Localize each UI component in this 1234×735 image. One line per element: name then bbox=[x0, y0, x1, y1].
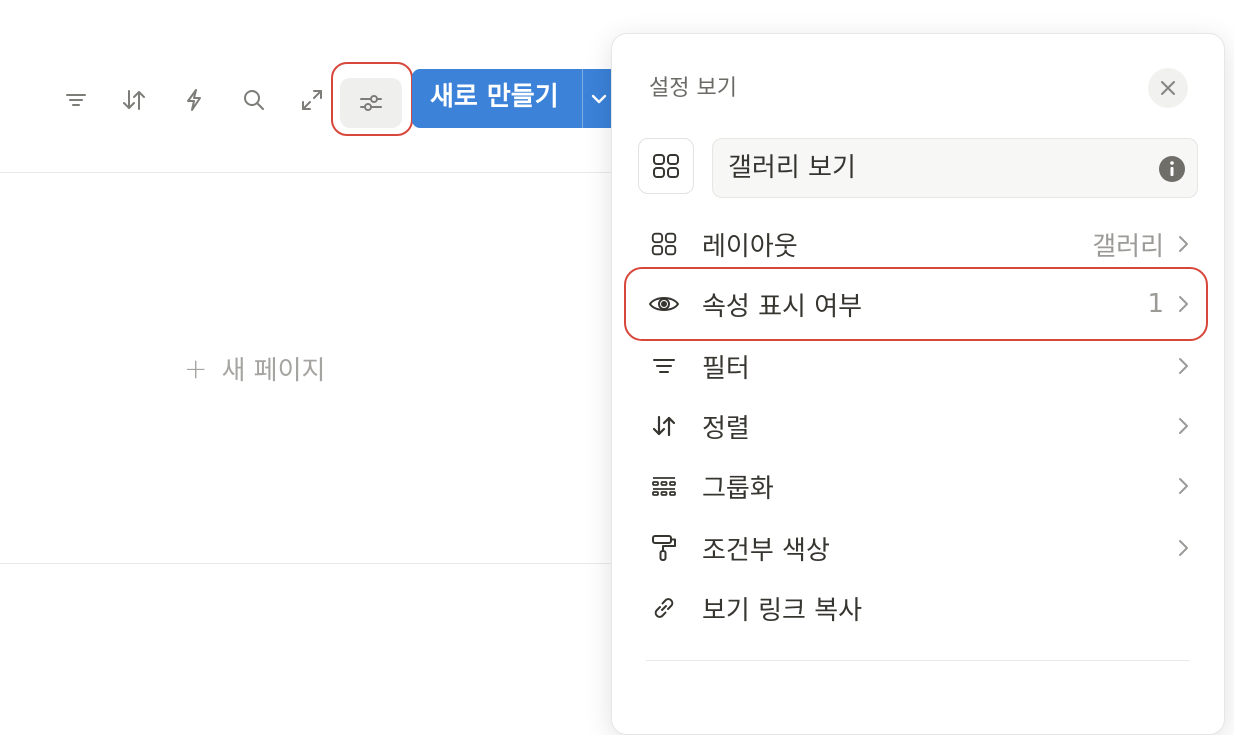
chevron-right-icon bbox=[1174, 537, 1192, 559]
new-page-label: 새 페이지 bbox=[221, 356, 326, 386]
new-button-label: 새로 만들기 bbox=[430, 82, 559, 112]
menu-item-label: 레이아웃 bbox=[702, 231, 798, 262]
menu-item-group[interactable]: 그룹화 bbox=[636, 458, 1200, 514]
new-button[interactable]: 새로 만들기 bbox=[412, 69, 632, 128]
plus-icon: + bbox=[184, 352, 208, 385]
link-icon bbox=[644, 588, 684, 628]
close-icon bbox=[1159, 79, 1177, 97]
menu-item-label: 조건부 색상 bbox=[702, 535, 830, 566]
automation-bolt-icon[interactable] bbox=[176, 82, 212, 118]
close-button[interactable] bbox=[1148, 68, 1188, 108]
sliders-icon bbox=[357, 90, 385, 116]
menu-item-value: 갤러리 bbox=[1092, 231, 1164, 262]
menu-item-copy-view-link[interactable]: 보기 링크 복사 bbox=[636, 580, 1200, 636]
chevron-right-icon bbox=[1174, 233, 1192, 255]
view-name-value: 갤러리 보기 bbox=[728, 153, 856, 183]
toolbar-divider bbox=[0, 172, 612, 173]
sort-icon bbox=[644, 406, 684, 446]
menu-item-filter[interactable]: 필터 bbox=[636, 338, 1200, 394]
chevron-right-icon bbox=[1174, 415, 1192, 437]
view-name-input[interactable]: 갤러리 보기 bbox=[712, 138, 1198, 198]
view-icon-button[interactable] bbox=[638, 138, 694, 194]
menu-item-sort[interactable]: 정렬 bbox=[636, 398, 1200, 454]
view-settings-button[interactable] bbox=[340, 78, 402, 128]
search-icon[interactable] bbox=[236, 82, 272, 118]
filter-icon bbox=[644, 346, 684, 386]
new-button-divider bbox=[582, 69, 583, 128]
group-icon bbox=[644, 466, 684, 506]
sort-icon[interactable] bbox=[116, 82, 152, 118]
menu-item-label: 정렬 bbox=[702, 413, 750, 444]
panel-title: 설정 보기 bbox=[649, 76, 737, 101]
menu-item-label: 그룹화 bbox=[702, 473, 774, 504]
gallery-grid-icon bbox=[650, 150, 682, 182]
paint-roller-icon bbox=[644, 528, 684, 568]
menu-item-layout[interactable]: 레이아웃 갤러리 bbox=[636, 216, 1200, 272]
board-bottom-divider bbox=[0, 563, 612, 564]
menu-item-property-visibility[interactable]: 속성 표시 여부 1 bbox=[636, 276, 1200, 332]
panel-divider bbox=[646, 660, 1190, 661]
menu-item-label: 필터 bbox=[702, 353, 750, 384]
expand-icon[interactable] bbox=[294, 82, 330, 118]
menu-item-conditional-color[interactable]: 조건부 색상 bbox=[636, 520, 1200, 576]
layout-grid-icon bbox=[644, 224, 684, 264]
menu-item-value: 1 bbox=[1147, 289, 1164, 319]
eye-icon bbox=[644, 284, 684, 324]
chevron-right-icon bbox=[1174, 475, 1192, 497]
view-settings-panel: 설정 보기 갤러리 보기 레이아웃 갤러리 속성 표시 여부 1 필터 정렬 그… bbox=[611, 33, 1225, 735]
chevron-down-icon[interactable] bbox=[588, 69, 610, 128]
new-page-button[interactable]: + 새 페이지 bbox=[184, 350, 325, 387]
menu-item-label: 보기 링크 복사 bbox=[702, 595, 863, 626]
filter-icon[interactable] bbox=[58, 82, 94, 118]
info-icon[interactable] bbox=[1157, 154, 1187, 184]
chevron-right-icon bbox=[1174, 355, 1192, 377]
menu-item-label: 속성 표시 여부 bbox=[702, 291, 863, 322]
chevron-right-icon bbox=[1174, 293, 1192, 315]
